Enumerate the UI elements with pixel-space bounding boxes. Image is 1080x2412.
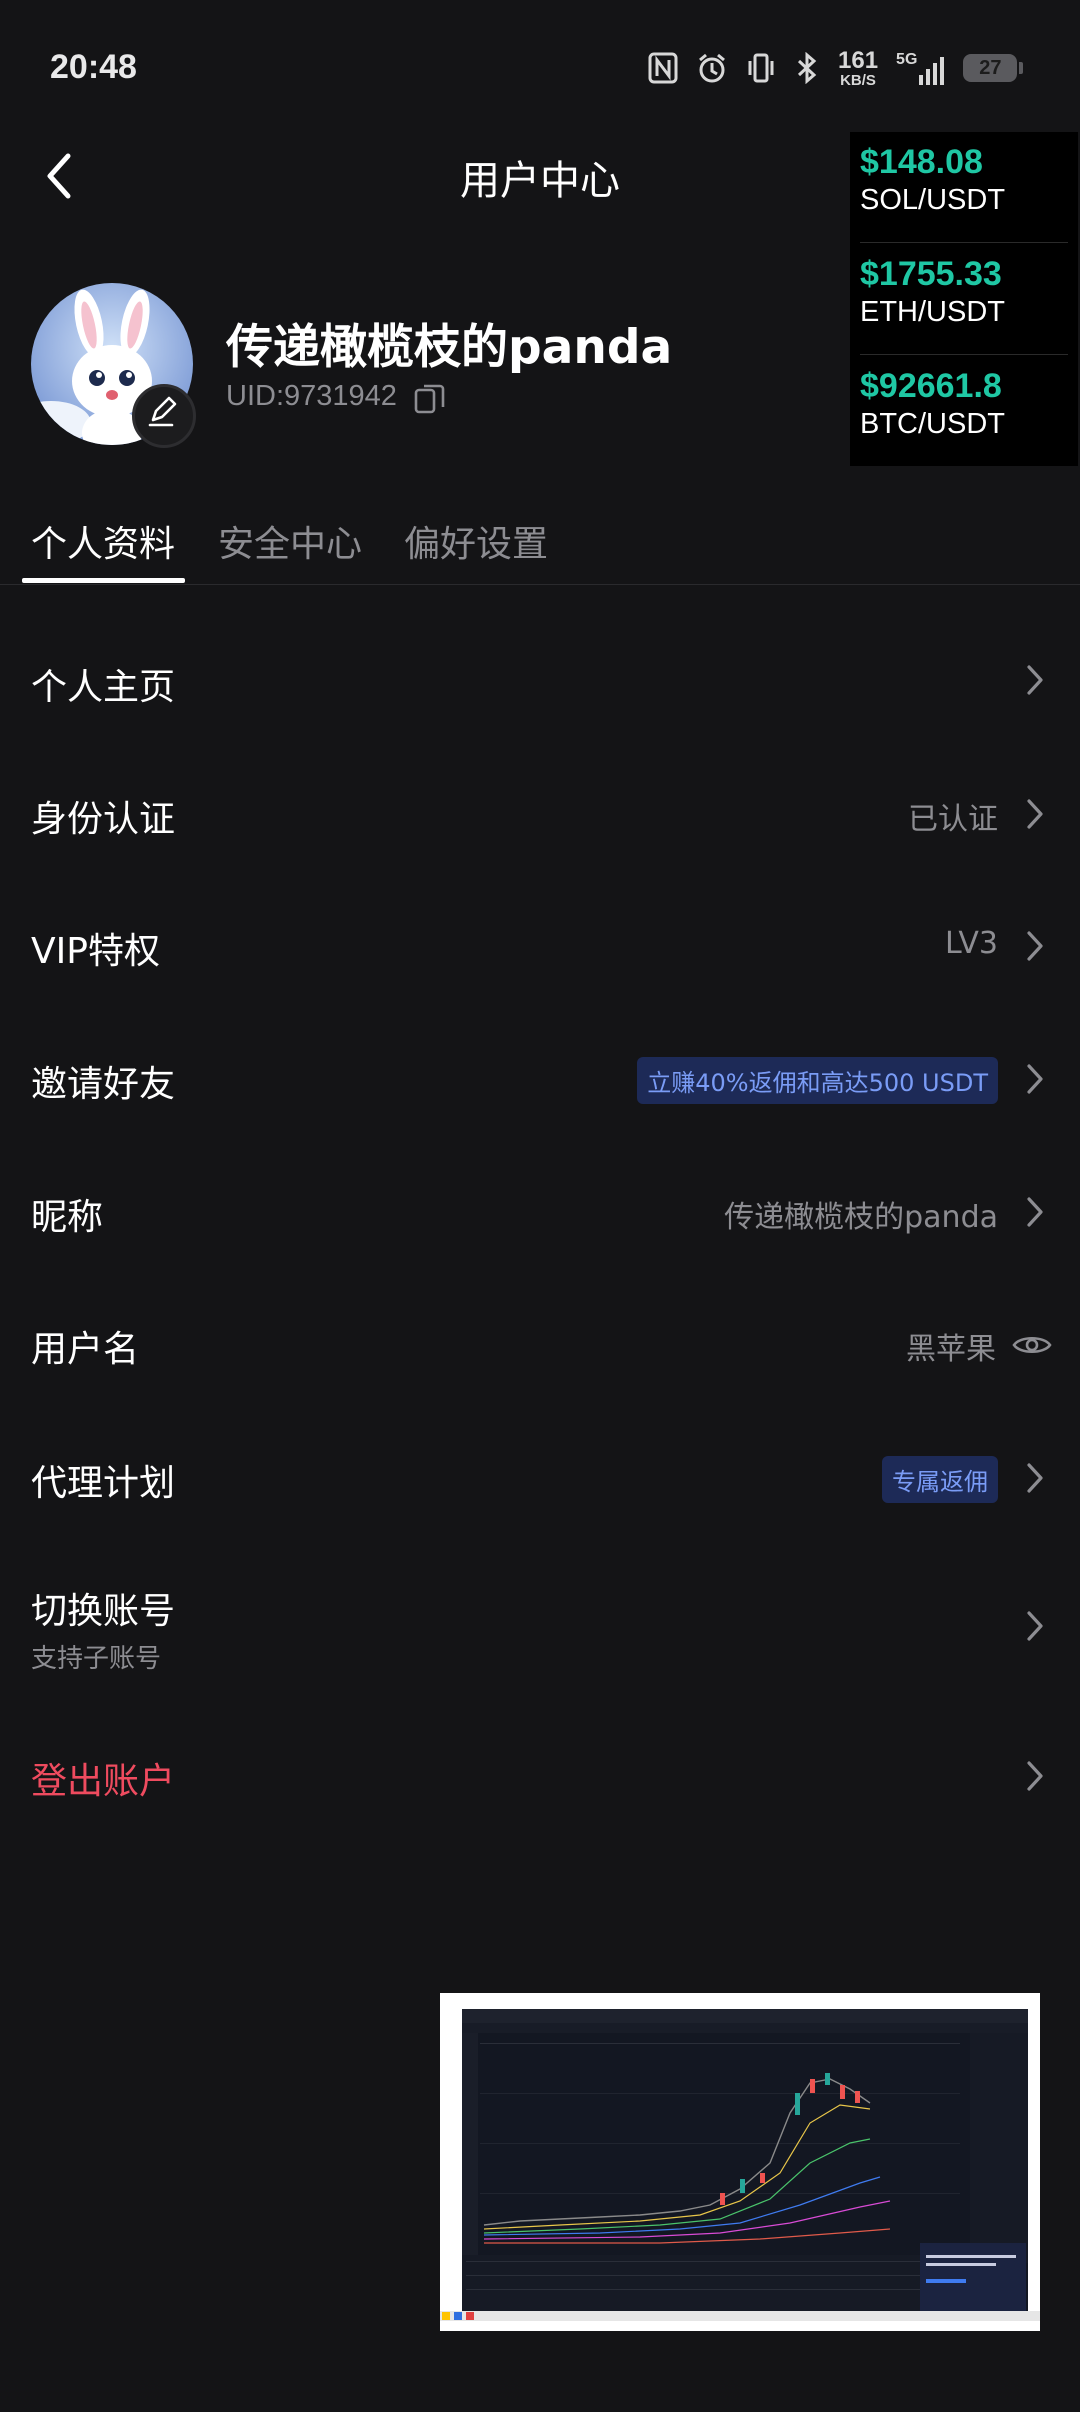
row-switch-account[interactable]: 切换账号 支持子账号 <box>0 1572 1080 1682</box>
agent-rebate-badge: 专属返佣 <box>882 1456 998 1503</box>
ticker-pair: SOL/USDT <box>860 184 1006 216</box>
battery-icon: 27 <box>963 54 1024 82</box>
row-homepage[interactable]: 个人主页 <box>0 640 1080 720</box>
row-label: 昵称 <box>31 1197 104 1238</box>
active-tab-indicator <box>22 578 185 583</box>
copy-icon[interactable] <box>412 380 448 416</box>
tab-preferences[interactable]: 偏好设置 <box>404 515 548 567</box>
row-identity[interactable]: 身份认证 已认证 <box>0 774 1080 854</box>
uid-label: UID:9731942 <box>226 380 397 412</box>
chevron-right-icon <box>1027 1761 1043 1791</box>
row-label: 邀请好友 <box>31 1064 176 1105</box>
vip-level: LV3 <box>944 926 998 961</box>
username-value: 黑苹果 <box>906 1332 996 1367</box>
nickname-value: 传递橄榄枝的panda <box>724 1200 998 1235</box>
row-label: VIP特权 <box>31 931 160 972</box>
chevron-right-icon <box>1027 799 1043 829</box>
bluetooth-icon <box>797 52 817 84</box>
row-label: 代理计划 <box>31 1463 176 1504</box>
chevron-right-icon <box>1027 1463 1043 1493</box>
price-ticker-overlay: $148.08 SOL/USDT $1755.33 ETH/USDT $9266… <box>850 132 1078 466</box>
tabs-divider <box>0 584 1080 585</box>
ticker-price: $92661.8 <box>860 367 1002 405</box>
logout-label: 登出账户 <box>31 1761 176 1802</box>
ticker-pair: ETH/USDT <box>860 296 1005 328</box>
identity-status: 已认证 <box>908 802 998 837</box>
edit-avatar-button[interactable] <box>132 384 196 448</box>
row-nickname[interactable]: 昵称 传递橄榄枝的panda <box>0 1172 1080 1252</box>
ticker-pair: BTC/USDT <box>860 408 1005 440</box>
ticker-divider <box>860 242 1068 243</box>
row-vip[interactable]: VIP特权 LV3 <box>0 906 1080 986</box>
net-speed-unit: KB/S <box>840 71 876 89</box>
row-label: 身份认证 <box>31 799 176 840</box>
ticker-divider <box>860 354 1068 355</box>
row-label: 切换账号 <box>31 1591 176 1632</box>
signal-icon <box>919 57 945 85</box>
row-agent[interactable]: 代理计划 专属返佣 <box>0 1438 1080 1518</box>
status-icons: 161 KB/S 5G 27 <box>648 46 1024 90</box>
row-label: 个人主页 <box>31 667 176 708</box>
ticker-price: $1755.33 <box>860 255 1002 293</box>
chevron-right-icon <box>1027 1197 1043 1227</box>
trading-screenshot-image <box>440 1993 1040 2331</box>
chevron-right-icon <box>1027 1064 1043 1094</box>
status-time: 20:48 <box>50 48 137 86</box>
tab-profile[interactable]: 个人资料 <box>31 515 175 567</box>
screen-share-thumbnail[interactable] <box>440 1993 1040 2331</box>
chevron-right-icon <box>1027 665 1043 695</box>
ticker-item: $92661.8 BTC/USDT <box>860 366 1068 442</box>
tab-security[interactable]: 安全中心 <box>218 515 362 567</box>
invite-promo-badge: 立赚40%返佣和高达500 USDT <box>637 1057 998 1104</box>
ticker-price: $148.08 <box>860 143 983 181</box>
net-speed: 161 KB/S <box>838 46 879 89</box>
nfc-icon <box>648 52 678 84</box>
chevron-right-icon <box>1027 1611 1043 1641</box>
row-username: 用户名 黑苹果 <box>0 1304 1080 1384</box>
pencil-icon <box>148 396 177 427</box>
row-sublabel: 支持子账号 <box>31 1644 162 1674</box>
row-logout[interactable]: 登出账户 <box>0 1736 1080 1816</box>
profile-name: 传递橄榄枝的panda <box>226 320 673 375</box>
vibrate-icon <box>748 53 774 83</box>
signal-indicator: 5G <box>896 51 945 85</box>
network-type: 5G <box>896 51 918 68</box>
net-speed-value: 161 <box>838 46 879 74</box>
alarm-icon <box>699 53 725 83</box>
ticker-item: $1755.33 ETH/USDT <box>860 254 1068 330</box>
row-invite[interactable]: 邀请好友 立赚40%返佣和高达500 USDT <box>0 1039 1080 1119</box>
chevron-right-icon <box>1027 931 1043 961</box>
eye-icon[interactable] <box>1012 1332 1052 1358</box>
row-label: 用户名 <box>31 1329 140 1370</box>
ticker-item: $148.08 SOL/USDT <box>860 142 1068 218</box>
